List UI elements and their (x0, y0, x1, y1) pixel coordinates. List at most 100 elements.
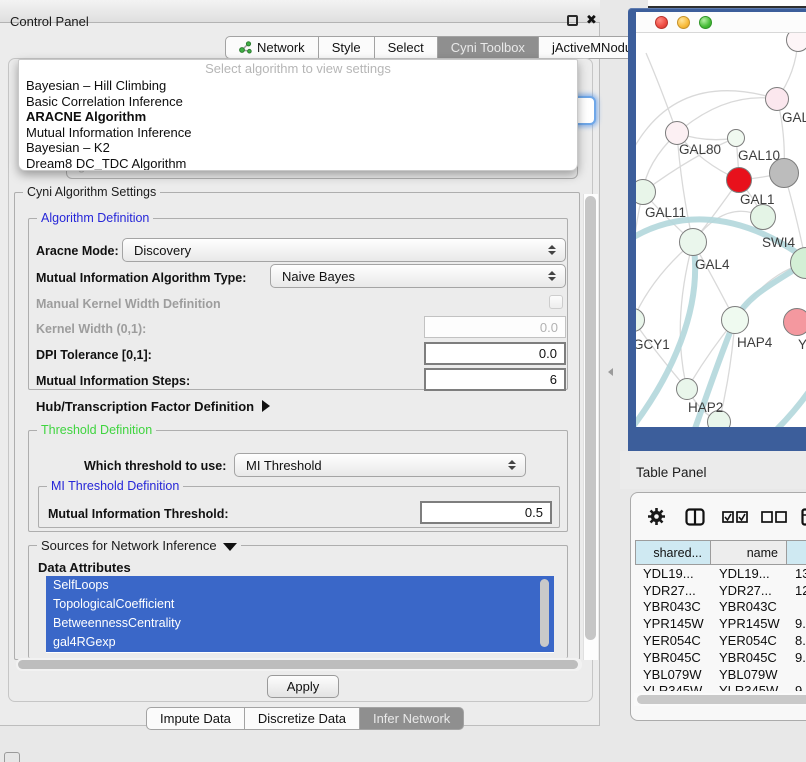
table-cell: YLR345W (635, 683, 711, 691)
control-panel-titlebar (0, 0, 600, 23)
zoom-traffic-light-icon[interactable] (699, 16, 712, 29)
table-cell: YBR043C (711, 599, 787, 614)
table-cell: 9. (787, 683, 806, 691)
dropdown-item[interactable]: Basic Correlation Inference (19, 94, 577, 110)
network-node-label: HAP2 (688, 400, 723, 415)
list-item[interactable]: BetweennessCentrality (46, 614, 554, 633)
hub-definition-label: Hub/Transcription Factor Definition (36, 399, 254, 414)
collapsed-panel-chip[interactable] (4, 752, 20, 762)
column-header-shared[interactable]: shared... (635, 540, 711, 565)
table-row[interactable]: YDL19...YDL19...13 (635, 565, 806, 582)
splitter-handle-icon[interactable] (608, 368, 613, 376)
network-node[interactable] (721, 306, 749, 334)
table-row[interactable]: YDR27...YDR27...12 (635, 582, 806, 599)
dropdown-item[interactable]: Bayesian – K2 (19, 140, 577, 156)
manual-kernel-label: Manual Kernel Width Definition (36, 297, 221, 311)
tab-infer-network[interactable]: Infer Network (360, 707, 464, 730)
which-threshold-combo[interactable]: MI Threshold (234, 453, 526, 477)
tab-network[interactable]: Network (225, 36, 319, 59)
tab-impute-data[interactable]: Impute Data (146, 707, 245, 730)
network-node[interactable] (679, 228, 707, 256)
column-header-name[interactable]: name (711, 540, 787, 565)
minimize-traffic-light-icon[interactable] (677, 16, 690, 29)
stepper-icon (548, 271, 556, 281)
algorithm-dropdown-popup: Select algorithm to view settings Bayesi… (18, 59, 578, 171)
dropdown-item[interactable]: Dream8 DC_TDC Algorithm (19, 156, 577, 172)
network-node[interactable] (676, 378, 698, 400)
panel-title: Control Panel (10, 14, 89, 29)
settings-hscrollbar-thumb[interactable] (18, 660, 578, 669)
network-canvas[interactable]: GALGAL80GAL10GAL1GAL11SWI4GAL4GCY1HAP4YH… (636, 33, 806, 427)
table-hscrollbar-thumb[interactable] (637, 695, 806, 704)
sources-legend-label: Sources for Network Inference (41, 538, 217, 553)
dropdown-item[interactable]: Mutual Information Inference (19, 125, 577, 141)
mi-steps-field[interactable]: 6 (424, 368, 566, 391)
list-item[interactable]: TopologicalCoefficient (46, 595, 554, 614)
list-item[interactable]: SelfLoops (46, 576, 554, 595)
aracne-mode-value: Discovery (134, 243, 191, 258)
table-window: shared...name YDL19...YDL19...13YDR27...… (630, 492, 806, 721)
close-icon[interactable]: ✖ (586, 12, 597, 28)
data-attributes-label: Data Attributes (38, 560, 131, 575)
table-row[interactable]: YBR045CYBR045C9. (635, 649, 806, 666)
tab-select[interactable]: Select (375, 36, 438, 59)
cyni-settings-legend: Cyni Algorithm Settings (23, 185, 160, 199)
split-column-icon[interactable] (685, 508, 705, 526)
network-node[interactable] (726, 167, 752, 193)
table-cell: YDL19... (711, 566, 787, 581)
tab-label: Select (388, 40, 424, 55)
table-row[interactable]: YPR145WYPR145W9. (635, 615, 806, 632)
dpi-tolerance-field[interactable]: 0.0 (424, 342, 566, 365)
network-node-label: GAL11 (645, 205, 686, 220)
network-window-titlebar[interactable] (636, 12, 806, 33)
aracne-mode-combo[interactable]: Discovery (122, 238, 566, 262)
float-window-icon[interactable] (567, 15, 578, 26)
data-attributes-list: SelfLoopsTopologicalCoefficientBetweenne… (46, 576, 554, 653)
network-node-label: GCY1 (636, 337, 670, 352)
network-node[interactable] (727, 129, 745, 147)
checked-pair-icon[interactable] (722, 511, 748, 523)
algorithm-definition-legend: Algorithm Definition (37, 211, 153, 225)
table-cell: YBR043C (635, 599, 711, 614)
table-row[interactable]: YBR043CYBR043C (635, 599, 806, 616)
network-node-label: GAL10 (738, 148, 780, 163)
kernel-width-label: Kernel Width (0,1): (36, 322, 146, 336)
apply-button[interactable]: Apply (267, 675, 339, 698)
table-row[interactable]: YBL079WYBL079W (635, 666, 806, 683)
mi-type-combo[interactable]: Naive Bayes (270, 264, 566, 288)
table-cell: YER054C (711, 633, 787, 648)
table-row[interactable]: YER054CYER054C8. (635, 632, 806, 649)
table-cell: 12 (787, 583, 806, 598)
list-item[interactable]: gal4RGexp (46, 633, 554, 652)
tab-discretize-data[interactable]: Discretize Data (245, 707, 360, 730)
table-cell: YBR045C (635, 650, 711, 665)
dropdown-prompt: Select algorithm to view settings (19, 60, 577, 78)
dropdown-item[interactable]: Bayesian – Hill Climbing (19, 78, 577, 94)
tab-style[interactable]: Style (319, 36, 375, 59)
table-row[interactable]: YLR345WYLR345W9. (635, 683, 806, 691)
network-node[interactable] (783, 308, 806, 336)
dropdown-item[interactable]: ARACNE Algorithm (19, 109, 577, 125)
collapse-down-icon (223, 543, 237, 551)
table-panel-title: Table Panel (636, 465, 707, 480)
column-header-extra[interactable] (787, 540, 806, 565)
network-node[interactable] (765, 87, 789, 111)
gear-icon[interactable] (647, 507, 666, 526)
table-cell: 8. (787, 633, 806, 648)
hub-definition-expander[interactable]: Hub/Transcription Factor Definition (36, 399, 270, 414)
kernel-width-value: 0.0 (540, 320, 558, 335)
settings-vscrollbar-thumb[interactable] (585, 196, 596, 640)
table-cell: 13 (787, 566, 806, 581)
sources-legend[interactable]: Sources for Network Inference (37, 538, 241, 553)
bottom-tab-strip: Impute DataDiscretize DataInfer Network (146, 707, 464, 730)
attribute-list-scrollbar[interactable] (540, 579, 549, 647)
unchecked-pair-icon[interactable] (761, 511, 787, 523)
mi-threshold-field[interactable]: 0.5 (420, 501, 552, 524)
tab-cyni-toolbox[interactable]: Cyni Toolbox (438, 36, 539, 59)
mi-threshold-definition-legend: MI Threshold Definition (47, 479, 183, 493)
partial-table-icon[interactable] (801, 508, 806, 526)
close-traffic-light-icon[interactable] (655, 16, 668, 29)
network-node[interactable] (750, 204, 776, 230)
table-cell: 9. (787, 616, 806, 631)
table-cell: YBL079W (711, 667, 787, 682)
